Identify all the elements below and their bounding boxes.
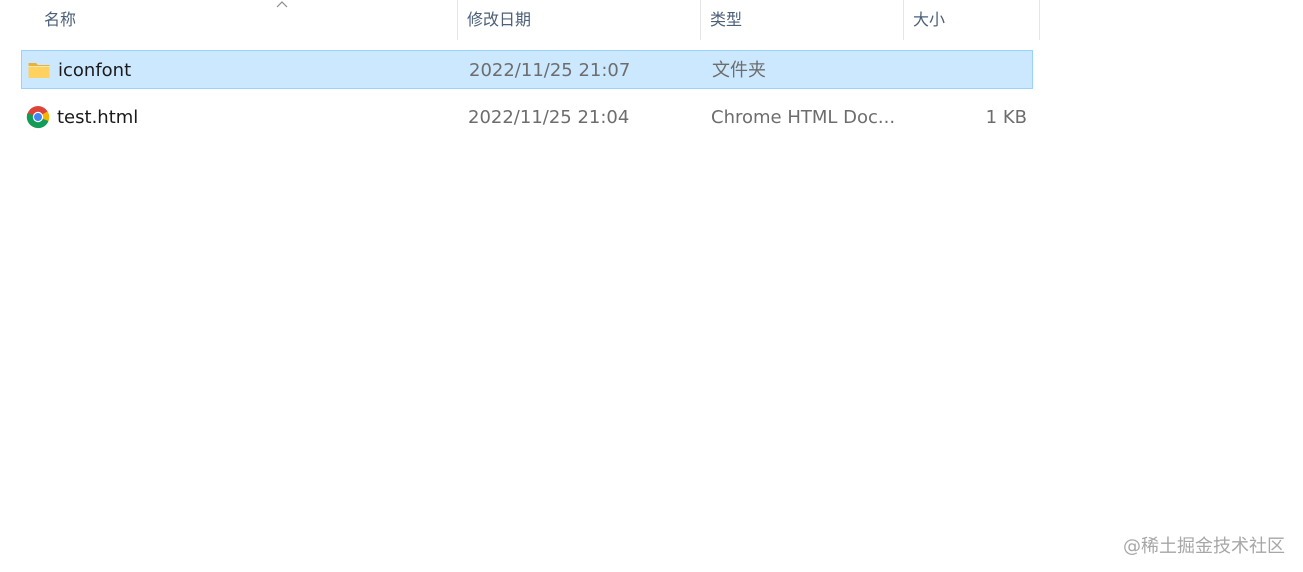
column-header-name-label: 名称 [44,10,77,29]
file-type: 文件夹 [712,60,766,81]
folder-icon [28,63,50,78]
column-header-size[interactable]: 大小 [905,0,1040,40]
column-header-size-label: 大小 [913,10,946,29]
column-header-date[interactable]: 修改日期 [459,0,701,40]
column-divider[interactable] [700,0,701,40]
watermark-text: @稀土掘金技术社区 [1123,536,1285,557]
file-date: 2022/11/25 21:07 [469,60,631,81]
file-row[interactable]: iconfont 2022/11/25 21:07 文件夹 [21,50,1033,89]
column-divider[interactable] [457,0,458,40]
file-explorer: 名称 修改日期 类型 大小 iconfont 2022/11/25 21:07 … [0,0,1303,572]
file-row[interactable]: test.html 2022/11/25 21:04 Chrome HTML D… [21,98,1033,137]
column-divider[interactable] [903,0,904,40]
column-header-date-label: 修改日期 [467,10,532,29]
file-date: 2022/11/25 21:04 [468,107,630,128]
column-header-bar: 名称 修改日期 类型 大小 [0,0,1040,40]
column-header-type-label: 类型 [710,10,743,29]
file-type: Chrome HTML Doc... [711,107,896,128]
file-size: 1 KB [985,107,1027,128]
chevron-up-icon [276,1,288,8]
file-name: iconfont [58,60,132,81]
file-name: test.html [57,107,139,128]
column-header-type[interactable]: 类型 [702,0,904,40]
chrome-icon [26,106,50,129]
column-divider[interactable] [1039,0,1040,40]
column-header-name[interactable]: 名称 [36,0,458,40]
